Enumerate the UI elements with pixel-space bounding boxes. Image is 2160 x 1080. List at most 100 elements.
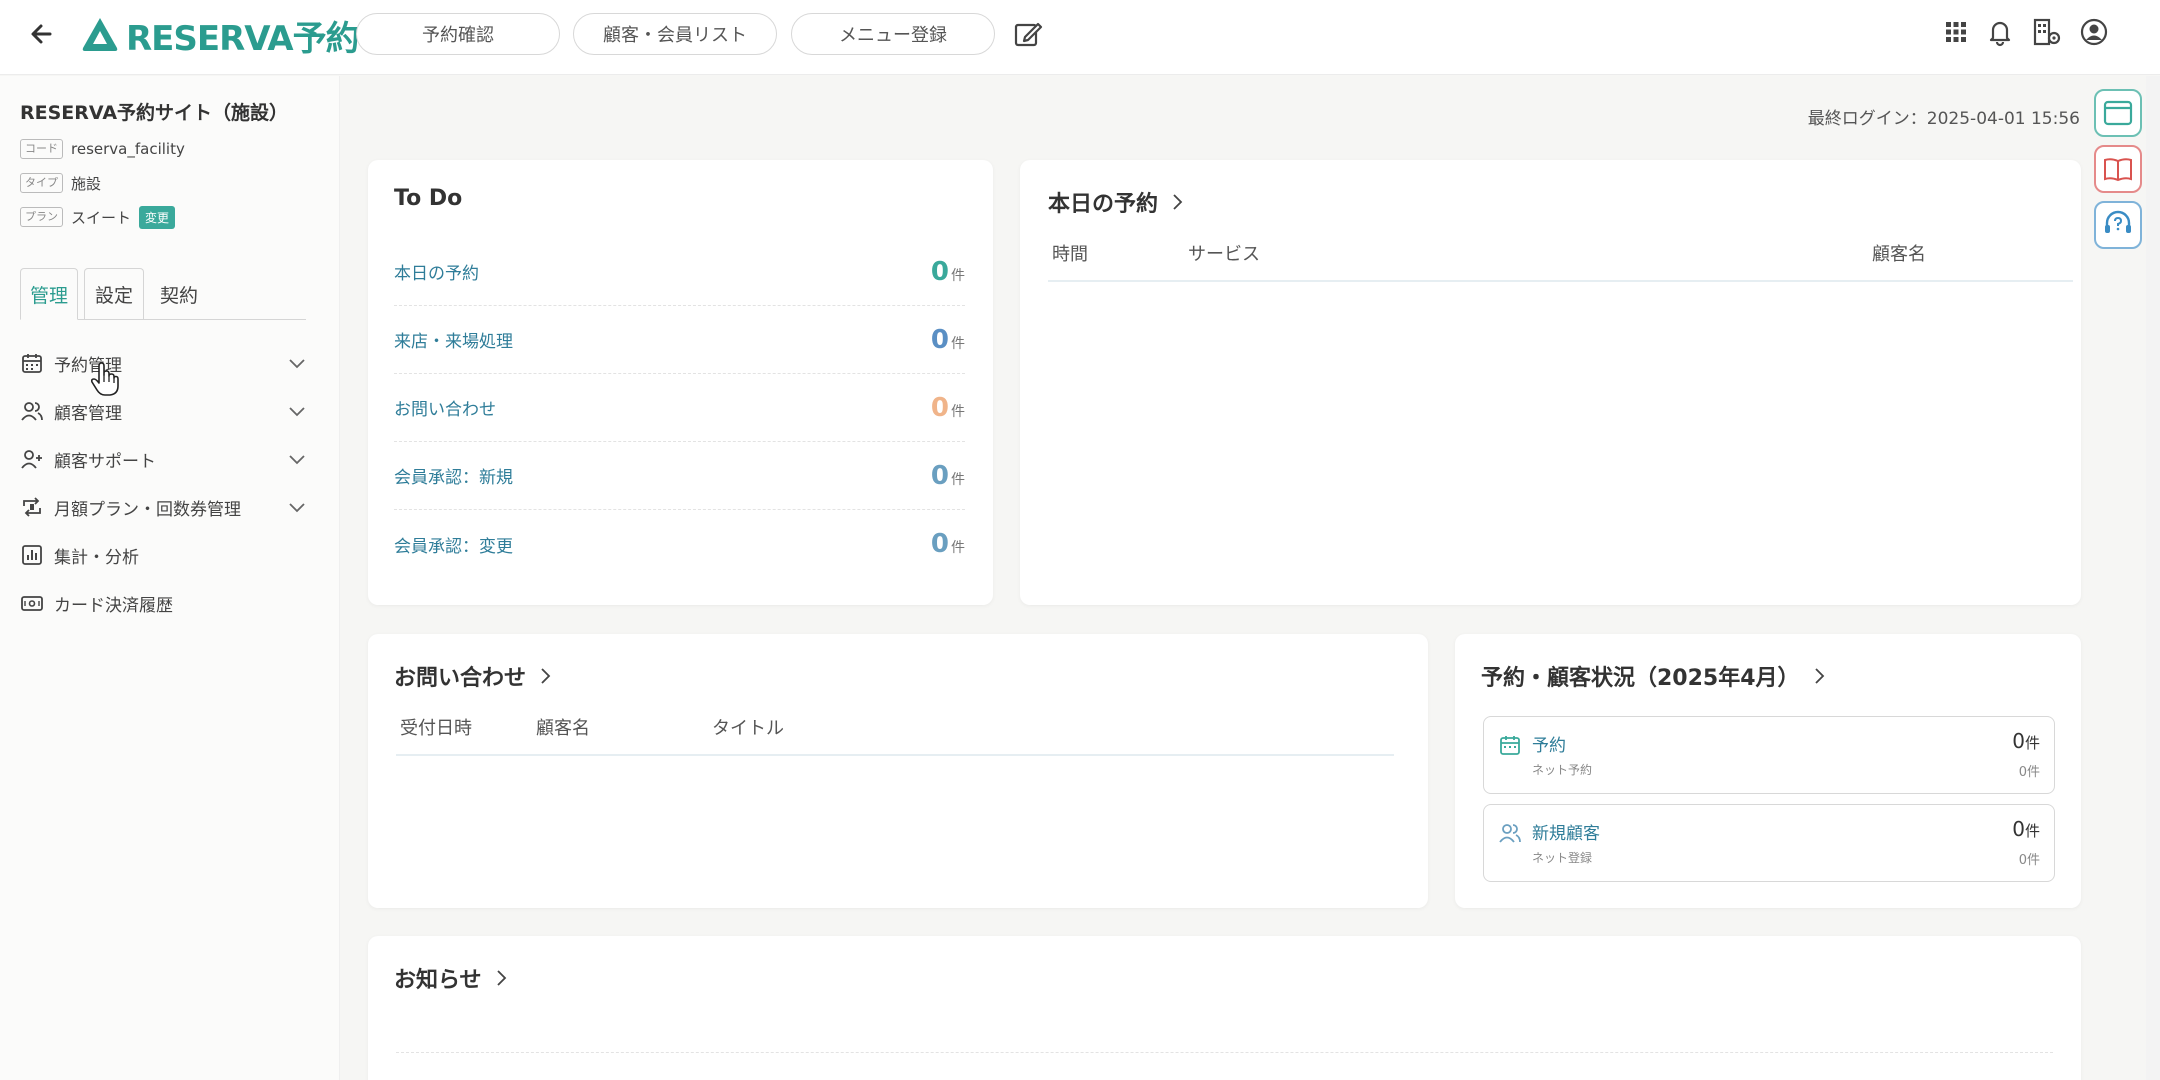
account-icon[interactable] [2078,16,2110,48]
stat-new-customers[interactable]: 新規顧客 ネット登録 0件 0件 [1483,804,2055,882]
todo-unit: 件 [951,471,965,488]
todo-label: お問い合わせ [394,400,496,420]
todo-label: 来店・来場処理 [394,332,513,352]
tab-settings[interactable]: 設定 [84,268,144,320]
stat-count-value: 0 [2012,817,2025,841]
menu-label: 顧客管理 [54,403,122,424]
menu-reservation-management[interactable]: 予約管理 [20,343,310,383]
browser-window-icon [2103,100,2133,126]
todo-count: 0 [930,392,949,423]
todo-value: 0件 [931,393,965,423]
menu-label: カード決済履歴 [54,595,173,616]
calendar-icon [1500,736,1520,755]
chevron-right-icon [1173,194,1183,210]
info-plan: プラン スイート 変更 [20,205,176,229]
todo-unit: 件 [951,540,965,556]
info-type: タイプ 施設 [20,171,101,195]
bell-icon[interactable] [1984,16,2016,48]
chevron-down-icon [289,407,305,417]
stat-count: 0件 [2012,817,2040,841]
todo-row[interactable]: 来店・来場処理 0件 [394,306,965,374]
chevron-down-icon [289,359,305,369]
stat-subcount: 0件 [2018,853,2040,868]
todo-label: 会員承認：新規 [394,468,513,488]
nav-reservation-check[interactable]: 予約確認 [356,13,560,55]
stat-unit: 件 [2024,822,2040,840]
tab-contract[interactable]: 契約 [148,268,210,320]
card-title-link[interactable]: 本日の予約 [1048,186,1188,218]
top-bar: RESERVA予約 予約確認 顧客・会員リスト メニュー登録 [0,0,2160,75]
todo-count: 0 [930,460,949,491]
todo-count: 0 [930,256,949,287]
edit-icon[interactable] [1013,19,1043,49]
logo-text: RESERVA予約 [126,18,360,59]
nav-customer-list[interactable]: 顧客・会員リスト [573,13,777,55]
card-title-link[interactable]: 予約・顧客状況（2025年4月） [1481,660,1830,692]
table-header: 受付日時 顧客名 タイトル [396,714,1394,756]
info-value: スイート [71,208,132,227]
info-value: 施設 [71,174,102,193]
column-header: タイトル [712,718,784,739]
news-card: お知らせ [368,936,2081,1080]
menu-label: 顧客サポート [54,451,156,472]
menu-label: 集計・分析 [54,547,139,568]
manual-button[interactable] [2094,145,2142,193]
menu-plan-ticket-management[interactable]: 月額プラン・回数券管理 [20,487,310,527]
stat-label: 新規顧客 [1532,824,1600,844]
todo-unit: 件 [951,267,965,284]
stat-reservations[interactable]: 予約 ネット予約 0件 0件 [1483,716,2055,794]
chevron-right-icon [496,970,506,986]
todo-row[interactable]: 本日の予約 0件 [394,238,965,306]
card-title-link[interactable]: お問い合わせ [394,660,556,692]
stat-sub: ネット登録 [1532,851,1593,865]
info-tag: プラン [20,207,63,227]
card-title: お問い合わせ [394,666,527,691]
stat-sub: ネット予約 [1532,763,1593,777]
chevron-down-icon [289,455,305,465]
menu-card-payment-history[interactable]: カード決済履歴 [20,583,310,623]
user-plus-icon [21,450,42,469]
browser-window-button[interactable] [2094,89,2142,137]
status-card: 予約・顧客状況（2025年4月） 予約 ネット予約 0件 0件 新規顧客 ネット… [1455,634,2081,908]
todo-count: 0 [930,529,949,559]
logo[interactable]: RESERVA予約 [80,10,360,60]
today-reservations-card: 本日の予約 時間 サービス 顧客名 [1020,160,2081,605]
menu-customer-management[interactable]: 顧客管理 [20,391,310,431]
tab-manage[interactable]: 管理 [20,268,78,320]
card-title: To Do [394,186,463,211]
menu-customer-support[interactable]: 顧客サポート [20,439,310,479]
calendar-icon [22,354,42,373]
card-title-link[interactable]: お知らせ [394,962,512,994]
support-headset-icon [2105,210,2131,233]
last-login: 最終ログイン：2025-04-01 15:56 [1807,109,2080,129]
chevron-right-icon [1814,668,1824,684]
menu-analytics[interactable]: 集計・分析 [20,535,310,575]
info-tag: コード [20,139,63,159]
change-plan-button[interactable]: 変更 [139,205,176,229]
chevron-right-icon [541,668,551,684]
column-header: 受付日時 [400,718,472,739]
todo-row[interactable]: 会員承認：新規 0件 [394,442,965,510]
inquiries-card: お問い合わせ 受付日時 顧客名 タイトル [368,634,1428,908]
menu-label: 月額プラン・回数券管理 [54,499,241,520]
todo-count: 0 [930,324,949,355]
scrollbar[interactable] [2146,76,2160,1080]
column-header: 時間 [1052,244,1088,265]
info-value: reserva_facility [71,140,185,158]
nav-menu-registration[interactable]: メニュー登録 [791,13,995,55]
grid-icon[interactable] [1940,16,1972,48]
users-icon [1499,824,1521,843]
site-name: RESERVA予約サイト（施設） [20,102,289,124]
stat-label: 予約 [1532,736,1566,756]
card-icon [21,596,43,611]
todo-row[interactable]: お問い合わせ 0件 [394,374,965,442]
building-settings-icon[interactable] [2030,16,2062,48]
table-header: 時間 サービス 顧客名 [1048,240,2073,282]
manual-book-icon [2104,158,2132,182]
support-button[interactable] [2094,201,2142,249]
todo-value: 0件 [931,257,965,287]
todo-row[interactable]: 会員承認：変更 0件 [394,510,965,578]
column-header: 顧客名 [536,718,590,739]
back-arrow-icon[interactable] [24,16,60,52]
card-title: 本日の予約 [1048,192,1159,217]
